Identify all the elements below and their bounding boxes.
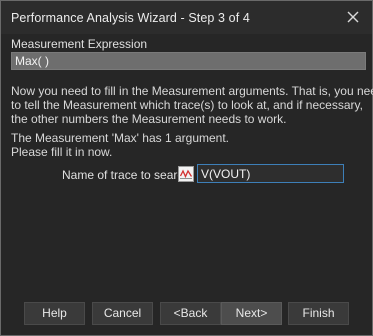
trace-name-input[interactable]	[197, 164, 344, 183]
close-icon[interactable]	[345, 9, 361, 25]
argument-count-text: The Measurement 'Max' has 1 argument.	[11, 131, 230, 145]
measurement-expression-value: Max( )	[15, 54, 49, 68]
fill-prompt-text: Please fill it in now.	[11, 145, 113, 159]
window-title: Performance Analysis Wizard - Step 3 of …	[11, 11, 250, 25]
instruction-line-2: to tell the Measurement which trace(s) t…	[11, 98, 363, 112]
measurement-expression-field: Max( )	[11, 52, 366, 70]
trace-name-label: Name of trace to search	[62, 168, 191, 182]
back-button[interactable]: <Back	[160, 302, 221, 325]
wizard-window: Performance Analysis Wizard - Step 3 of …	[0, 0, 373, 336]
instruction-line-1: Now you need to fill in the Measurement …	[11, 84, 373, 98]
title-bar: Performance Analysis Wizard - Step 3 of …	[1, 1, 372, 34]
help-button[interactable]: Help	[24, 302, 85, 325]
cancel-button[interactable]: Cancel	[92, 302, 153, 325]
trace-picker-icon[interactable]	[178, 166, 194, 182]
next-button[interactable]: Next>	[221, 302, 282, 325]
finish-button[interactable]: Finish	[288, 302, 349, 325]
measurement-expression-label: Measurement Expression	[11, 37, 148, 51]
instruction-line-3: the other numbers the Measurement needs …	[11, 112, 287, 126]
